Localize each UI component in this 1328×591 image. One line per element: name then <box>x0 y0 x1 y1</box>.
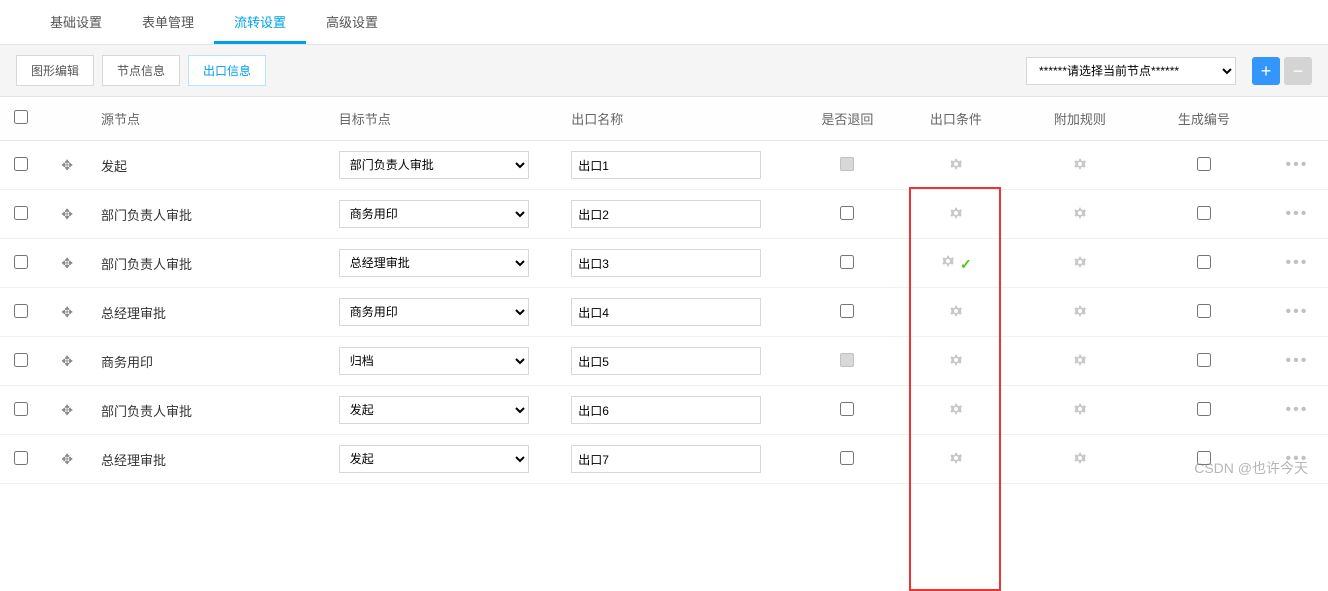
target-select[interactable]: 部门负责人审批商务用印总经理审批归档发起 <box>339 298 529 326</box>
condition-gear-icon[interactable] <box>948 352 964 368</box>
exit-name-input[interactable] <box>571 396 761 424</box>
col-target: 目标节点 <box>331 97 564 141</box>
more-icon[interactable]: ••• <box>1286 303 1309 320</box>
genno-checkbox[interactable] <box>1197 451 1211 465</box>
return-checkbox[interactable] <box>840 255 854 269</box>
exit-name-input[interactable] <box>571 347 761 375</box>
row-checkbox[interactable] <box>14 353 28 367</box>
extra-rule-gear-icon[interactable] <box>1072 352 1088 368</box>
genno-checkbox[interactable] <box>1197 353 1211 367</box>
genno-checkbox[interactable] <box>1197 402 1211 416</box>
extra-rule-gear-icon[interactable] <box>1072 401 1088 417</box>
genno-checkbox[interactable] <box>1197 206 1211 220</box>
move-icon[interactable]: ✥ <box>61 304 73 321</box>
source-cell: 部门负责人审批 <box>93 190 331 239</box>
target-select[interactable]: 部门负责人审批商务用印总经理审批归档发起 <box>339 396 529 424</box>
row-checkbox[interactable] <box>14 157 28 171</box>
move-icon[interactable]: ✥ <box>61 255 73 272</box>
condition-gear-icon[interactable] <box>948 450 964 466</box>
sub-tab-1[interactable]: 节点信息 <box>102 55 180 86</box>
sub-tab-2[interactable]: 出口信息 <box>188 55 266 86</box>
condition-gear-icon[interactable] <box>940 253 956 269</box>
genno-checkbox[interactable] <box>1197 255 1211 269</box>
col-condition: 出口条件 <box>894 97 1018 141</box>
exit-name-input[interactable] <box>571 445 761 473</box>
return-checkbox[interactable] <box>840 304 854 318</box>
col-extrarule: 附加规则 <box>1018 97 1142 141</box>
exit-name-input[interactable] <box>571 298 761 326</box>
exit-name-input[interactable] <box>571 151 761 179</box>
sub-tab-0[interactable]: 图形编辑 <box>16 55 94 86</box>
more-icon[interactable]: ••• <box>1286 352 1309 369</box>
row-checkbox[interactable] <box>14 304 28 318</box>
top-tab-0[interactable]: 基础设置 <box>30 0 122 44</box>
select-all-checkbox[interactable] <box>14 110 28 124</box>
target-select[interactable]: 部门负责人审批商务用印总经理审批归档发起 <box>339 151 529 179</box>
top-tab-1[interactable]: 表单管理 <box>122 0 214 44</box>
move-icon[interactable]: ✥ <box>61 157 73 174</box>
current-node-select[interactable]: ******请选择当前节点****** <box>1026 57 1236 85</box>
col-genno: 生成编号 <box>1142 97 1266 141</box>
move-icon[interactable]: ✥ <box>61 402 73 419</box>
return-checkbox-disabled <box>840 353 854 367</box>
more-icon[interactable]: ••• <box>1286 450 1309 467</box>
target-select[interactable]: 部门负责人审批商务用印总经理审批归档发起 <box>339 445 529 473</box>
source-cell: 总经理审批 <box>93 288 331 337</box>
exit-name-input[interactable] <box>571 249 761 277</box>
return-checkbox[interactable] <box>840 402 854 416</box>
row-checkbox[interactable] <box>14 451 28 465</box>
table-row: ✥ 总经理审批部门负责人审批商务用印总经理审批归档发起 ••• <box>0 435 1328 484</box>
more-icon[interactable]: ••• <box>1286 401 1309 418</box>
extra-rule-gear-icon[interactable] <box>1072 205 1088 221</box>
genno-checkbox[interactable] <box>1197 304 1211 318</box>
table-row: ✥ 部门负责人审批部门负责人审批商务用印总经理审批归档发起 ••• <box>0 386 1328 435</box>
return-checkbox[interactable] <box>840 206 854 220</box>
remove-button[interactable]: − <box>1284 57 1312 85</box>
top-tab-2[interactable]: 流转设置 <box>214 0 306 44</box>
source-cell: 部门负责人审批 <box>93 239 331 288</box>
condition-gear-icon[interactable] <box>948 156 964 172</box>
source-cell: 部门负责人审批 <box>93 386 331 435</box>
col-source: 源节点 <box>93 97 331 141</box>
genno-checkbox[interactable] <box>1197 157 1211 171</box>
add-button[interactable]: + <box>1252 57 1280 85</box>
extra-rule-gear-icon[interactable] <box>1072 303 1088 319</box>
row-checkbox[interactable] <box>14 255 28 269</box>
top-tab-3[interactable]: 高级设置 <box>306 0 398 44</box>
move-icon[interactable]: ✥ <box>61 451 73 468</box>
move-icon[interactable]: ✥ <box>61 353 73 370</box>
condition-gear-icon[interactable] <box>948 205 964 221</box>
more-icon[interactable]: ••• <box>1286 156 1309 173</box>
extra-rule-gear-icon[interactable] <box>1072 254 1088 270</box>
table-row: ✥ 商务用印部门负责人审批商务用印总经理审批归档发起 ••• <box>0 337 1328 386</box>
extra-rule-gear-icon[interactable] <box>1072 156 1088 172</box>
table-row: ✥ 部门负责人审批部门负责人审批商务用印总经理审批归档发起 ••• <box>0 190 1328 239</box>
extra-rule-gear-icon[interactable] <box>1072 450 1088 466</box>
table-row: ✥ 部门负责人审批部门负责人审批商务用印总经理审批归档发起 ✓ ••• <box>0 239 1328 288</box>
return-checkbox-disabled <box>840 157 854 171</box>
source-cell: 商务用印 <box>93 337 331 386</box>
more-icon[interactable]: ••• <box>1286 254 1309 271</box>
check-icon: ✓ <box>960 256 972 272</box>
exit-name-input[interactable] <box>571 200 761 228</box>
col-return: 是否退回 <box>801 97 894 141</box>
more-icon[interactable]: ••• <box>1286 205 1309 222</box>
target-select[interactable]: 部门负责人审批商务用印总经理审批归档发起 <box>339 249 529 277</box>
target-select[interactable]: 部门负责人审批商务用印总经理审批归档发起 <box>339 200 529 228</box>
table-row: ✥ 总经理审批部门负责人审批商务用印总经理审批归档发起 ••• <box>0 288 1328 337</box>
source-cell: 总经理审批 <box>93 435 331 484</box>
target-select[interactable]: 部门负责人审批商务用印总经理审批归档发起 <box>339 347 529 375</box>
move-icon[interactable]: ✥ <box>61 206 73 223</box>
exit-table: 源节点 目标节点 出口名称 是否退回 出口条件 附加规则 生成编号 ✥发起部门负… <box>0 97 1328 484</box>
condition-gear-icon[interactable] <box>948 401 964 417</box>
row-checkbox[interactable] <box>14 206 28 220</box>
condition-gear-icon[interactable] <box>948 303 964 319</box>
return-checkbox[interactable] <box>840 451 854 465</box>
col-exitname: 出口名称 <box>563 97 801 141</box>
row-checkbox[interactable] <box>14 402 28 416</box>
source-cell: 发起 <box>93 141 331 190</box>
table-row: ✥ 发起部门负责人审批商务用印总经理审批归档发起 ••• <box>0 141 1328 190</box>
